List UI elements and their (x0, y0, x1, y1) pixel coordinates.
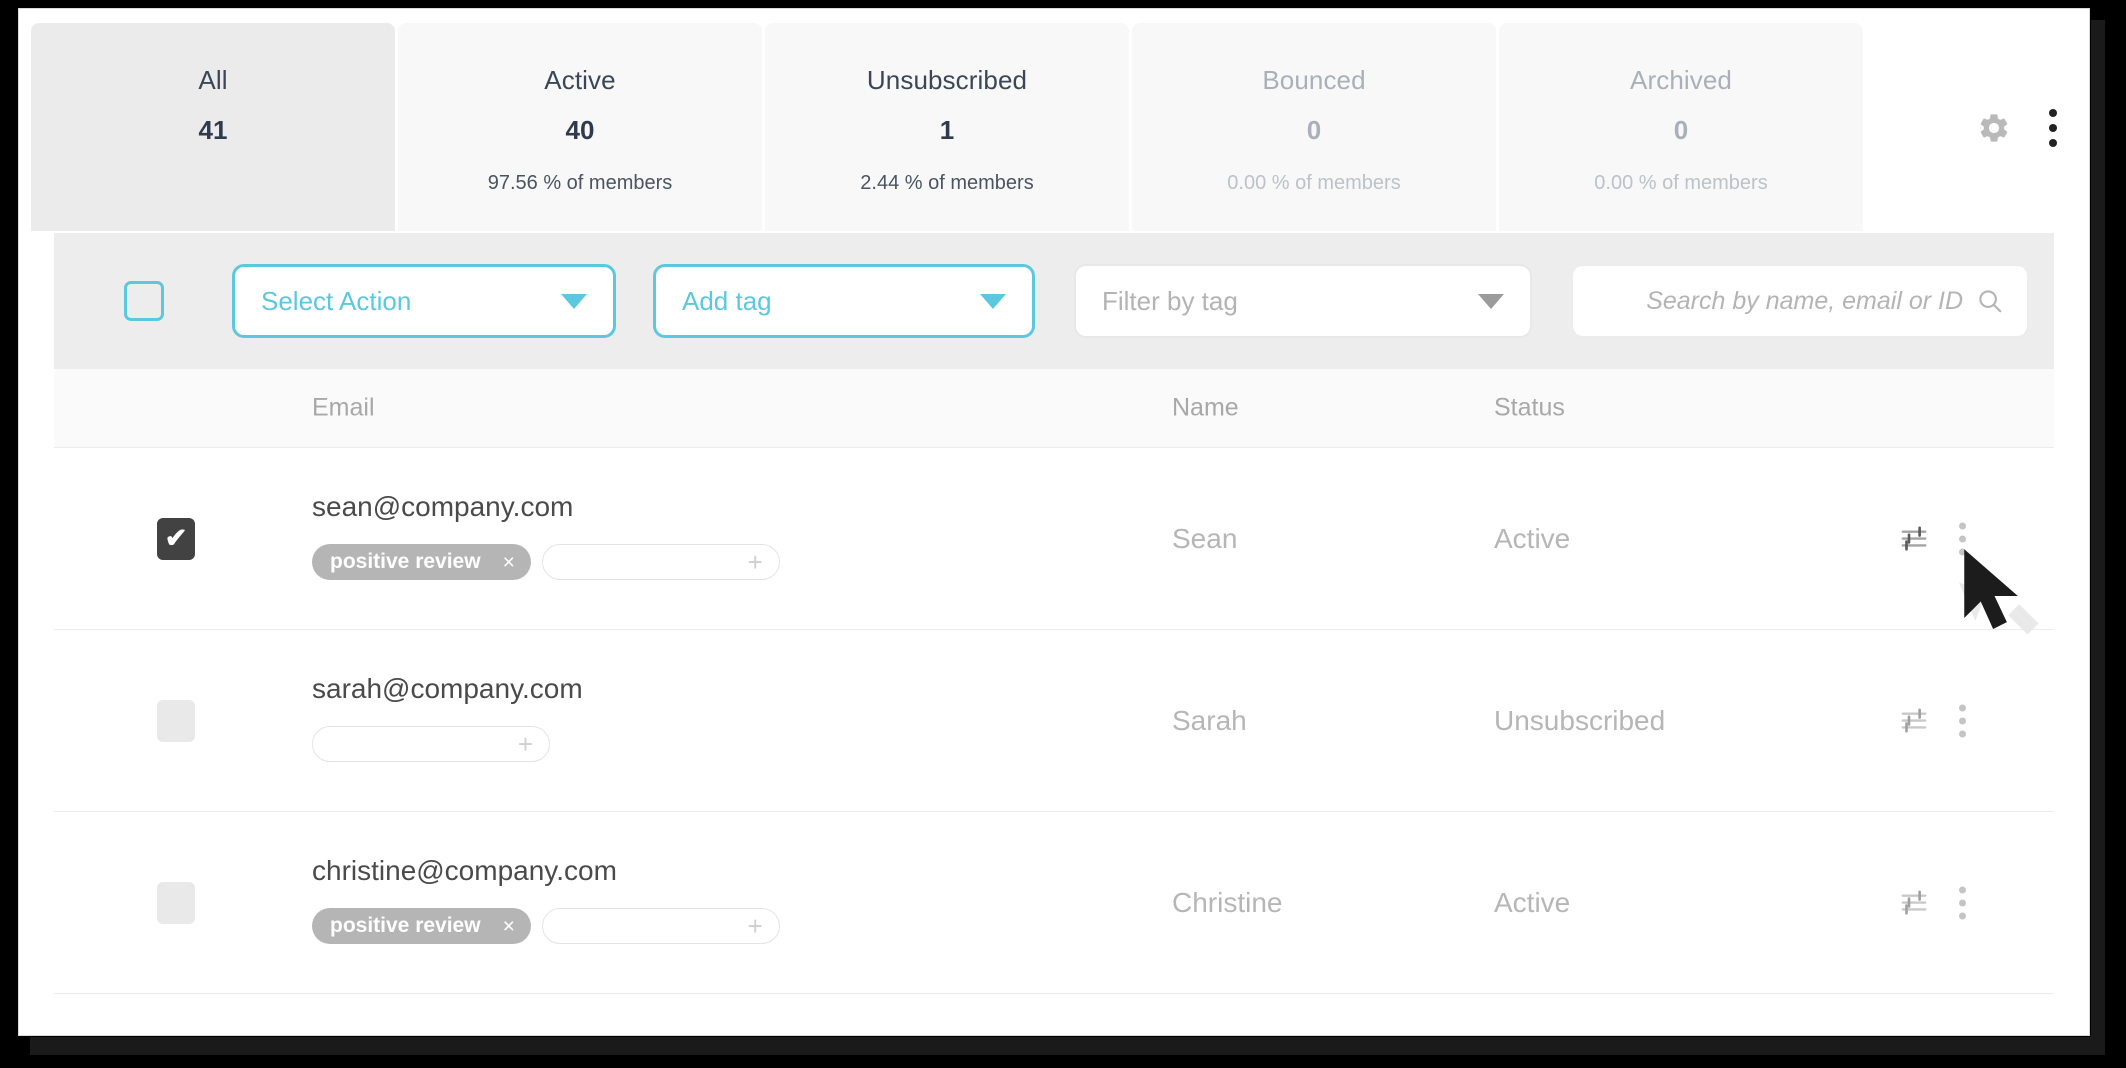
row-tag-area: positive review × + (312, 908, 780, 944)
column-header-name: Name (1172, 393, 1239, 422)
kebab-dot (1959, 886, 1966, 893)
filter-by-tag-label: Filter by tag (1102, 285, 1238, 316)
tab-all-label: All (198, 65, 228, 95)
kebab-menu-icon[interactable] (2049, 109, 2057, 147)
kebab-dot (2049, 139, 2057, 147)
kebab-dot (1959, 912, 1966, 919)
tab-unsubscribed[interactable]: Unsubscribed 1 2.44 % of members (765, 23, 1129, 231)
tab-bounced-count: 0 (1306, 115, 1322, 145)
tab-bounced-label: Bounced (1262, 65, 1366, 95)
row-tag-area: + (312, 726, 550, 762)
bulk-action-toolbar: Select Action Add tag Filter by tag (54, 233, 2054, 369)
tab-archived-percent: 0.00 % of members (1594, 172, 1768, 194)
chevron-down-icon (980, 293, 1006, 309)
row-email: sarah@company.com (312, 673, 583, 704)
tab-archived[interactable]: Archived 0 0.00 % of members (1499, 23, 1863, 231)
member-status-tabs: All 41 Active 40 97.56 % of members Unsu… (31, 23, 1863, 231)
search-box[interactable] (1571, 264, 2029, 338)
select-all-checkbox[interactable] (124, 281, 164, 321)
table-row[interactable]: ✔ sean@company.com positive review × + S… (54, 448, 2054, 630)
kebab-menu-icon[interactable] (1959, 522, 1966, 555)
tab-bounced-percent: 0.00 % of members (1227, 172, 1401, 194)
tag-label: positive review (330, 914, 481, 937)
add-tag-input[interactable]: + (312, 726, 550, 762)
search-input[interactable] (1589, 285, 1965, 317)
row-status: Active (1494, 886, 1571, 918)
plus-icon: + (747, 547, 763, 577)
tab-unsubscribed-count: 1 (939, 115, 955, 145)
select-action-dropdown[interactable]: Select Action (232, 264, 616, 338)
members-page: All 41 Active 40 97.56 % of members Unsu… (18, 8, 2090, 1036)
kebab-dot (1959, 717, 1966, 724)
tab-all-count: 41 (198, 115, 228, 145)
kebab-menu-icon[interactable] (1959, 886, 1966, 919)
select-action-label: Select Action (261, 285, 412, 316)
tab-active-percent: 97.56 % of members (487, 172, 673, 194)
add-tag-dropdown[interactable]: Add tag (653, 264, 1035, 338)
kebab-dot (2049, 109, 2057, 117)
kebab-dot (1959, 730, 1966, 737)
row-name: Sarah (1172, 704, 1247, 736)
tune-sliders-icon[interactable] (1899, 524, 1929, 554)
plus-icon: + (747, 911, 763, 941)
row-status: Unsubscribed (1494, 704, 1666, 736)
add-tag-input[interactable]: + (541, 544, 780, 580)
column-header-status: Status (1494, 393, 1565, 422)
header-icon-group (1977, 109, 2057, 147)
chevron-down-icon (561, 293, 587, 309)
kebab-dot (1959, 522, 1966, 529)
members-table: Email Name Status ✔ sean@company.com pos… (54, 369, 2054, 1035)
kebab-dot (1959, 548, 1966, 555)
close-icon[interactable]: × (503, 916, 515, 937)
tab-archived-count: 0 (1673, 115, 1689, 145)
table-row-partial[interactable] (54, 994, 2054, 1035)
row-action-group (1899, 886, 1966, 919)
add-tag-input[interactable]: + (541, 908, 780, 944)
kebab-dot (1959, 899, 1966, 906)
table-header-row: Email Name Status (54, 369, 2054, 448)
window-shadow-right (2091, 20, 2105, 1040)
kebab-menu-icon[interactable] (1959, 704, 1966, 737)
row-name: Sean (1172, 522, 1238, 554)
tab-all[interactable]: All 41 (31, 23, 395, 231)
kebab-dot (2049, 124, 2057, 132)
gear-icon[interactable] (1977, 111, 2011, 145)
close-icon[interactable]: × (503, 552, 515, 573)
tab-archived-label: Archived (1630, 65, 1732, 95)
screen-frame: All 41 Active 40 97.56 % of members Unsu… (0, 0, 2126, 1068)
table-row[interactable]: ✔ christine@company.com positive review … (54, 812, 2054, 994)
row-email: sean@company.com (312, 491, 574, 522)
column-header-email: Email (312, 393, 375, 422)
tab-active-label: Active (544, 65, 616, 95)
window-shadow-bottom (30, 1037, 2105, 1055)
row-action-group (1899, 522, 1966, 555)
tab-unsubscribed-label: Unsubscribed (866, 65, 1028, 95)
chevron-down-icon (1478, 293, 1504, 309)
tab-active-count: 40 (565, 115, 595, 145)
row-select-checkbox[interactable]: ✔ (157, 699, 195, 742)
row-action-group (1899, 704, 1966, 737)
tag-pill[interactable]: positive review × (312, 544, 531, 580)
row-status: Active (1494, 522, 1571, 554)
row-select-checkbox[interactable]: ✔ (157, 517, 195, 560)
add-tag-label: Add tag (682, 285, 772, 316)
kebab-dot (1959, 704, 1966, 711)
plus-icon: + (517, 729, 533, 759)
row-select-checkbox[interactable]: ✔ (157, 881, 195, 924)
row-email: christine@company.com (312, 855, 617, 886)
search-icon[interactable] (1975, 286, 2005, 316)
tag-pill[interactable]: positive review × (312, 908, 531, 944)
tag-label: positive review (330, 550, 481, 573)
tab-active[interactable]: Active 40 97.56 % of members (398, 23, 762, 231)
tune-sliders-icon[interactable] (1899, 888, 1929, 918)
tab-bounced[interactable]: Bounced 0 0.00 % of members (1132, 23, 1496, 231)
row-tag-area: positive review × + (312, 544, 780, 580)
tune-sliders-icon[interactable] (1899, 706, 1929, 736)
tab-unsubscribed-percent: 2.44 % of members (860, 172, 1034, 194)
table-row[interactable]: ✔ sarah@company.com + Sarah Unsubscribed (54, 630, 2054, 812)
filter-by-tag-dropdown[interactable]: Filter by tag (1074, 264, 1532, 338)
checkmark-icon: ✔ (164, 523, 188, 553)
kebab-dot (1959, 535, 1966, 542)
row-name: Christine (1172, 886, 1283, 918)
